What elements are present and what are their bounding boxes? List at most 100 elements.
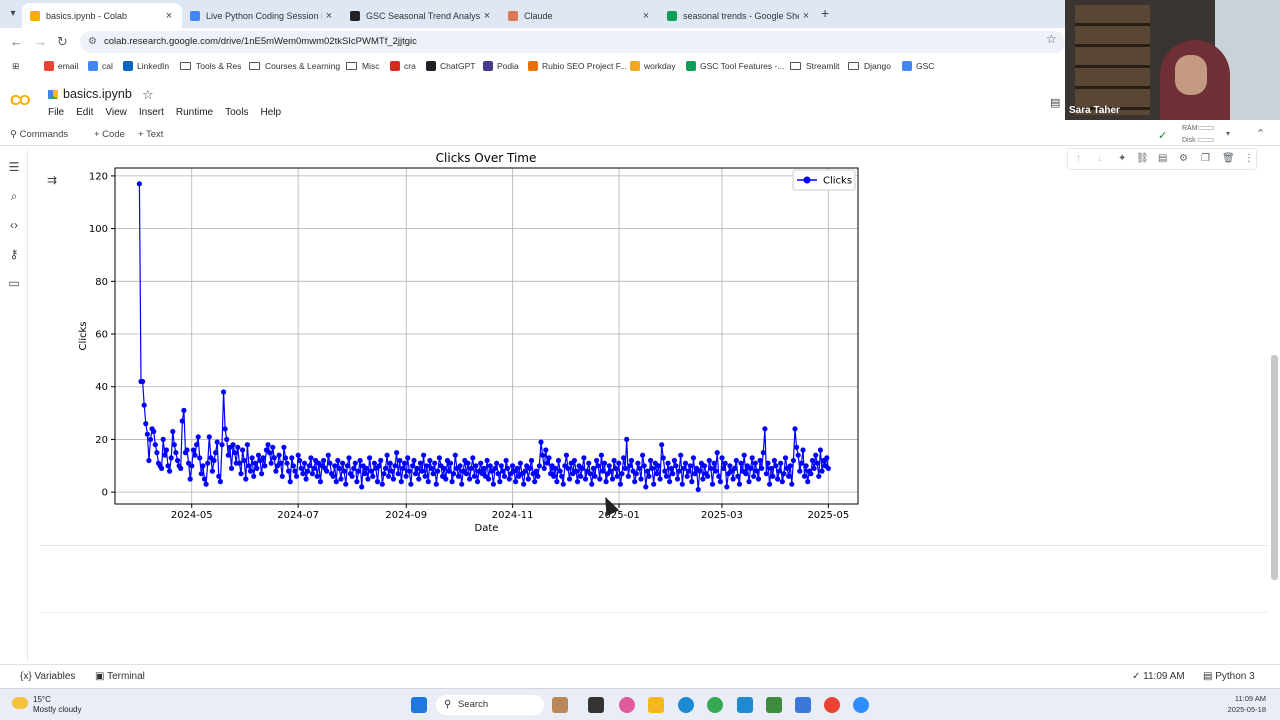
- data-point: [238, 471, 244, 477]
- commands-button[interactable]: ⚲ Commands: [10, 129, 68, 140]
- bookmark-7[interactable]: cra: [390, 61, 416, 71]
- menu-edit[interactable]: Edit: [76, 107, 93, 118]
- runtime-dropdown-icon[interactable]: ▾: [1226, 129, 1230, 138]
- browser-tab-3[interactable]: GSC Seasonal Trend Analysis ×: [342, 3, 500, 28]
- windows-start-icon[interactable]: [411, 697, 427, 713]
- bookmark-5[interactable]: Courses & Learning: [249, 61, 340, 71]
- mirror-cell-icon[interactable]: ❐: [1201, 153, 1210, 164]
- vscode-icon[interactable]: [737, 697, 753, 713]
- bookmark-14[interactable]: Django: [848, 61, 891, 71]
- bookmark-10[interactable]: Rubio SEO Project F...: [528, 61, 627, 71]
- tab-close-icon[interactable]: ×: [162, 10, 176, 22]
- xbox-icon[interactable]: [766, 697, 782, 713]
- add-text-button[interactable]: + Text: [138, 129, 163, 140]
- data-point: [270, 444, 276, 450]
- tab-close-icon[interactable]: ×: [480, 10, 494, 22]
- comment-icon[interactable]: ▤: [1158, 153, 1167, 164]
- bookmark-1[interactable]: email: [44, 61, 78, 71]
- tab-close-icon[interactable]: ×: [639, 10, 653, 22]
- data-point: [506, 476, 512, 482]
- data-point: [608, 468, 614, 474]
- colab-logo-icon[interactable]: CO: [10, 92, 30, 109]
- reload-icon[interactable]: ↻: [57, 34, 68, 50]
- data-point: [646, 473, 652, 479]
- menu-tools[interactable]: Tools: [225, 107, 248, 118]
- table-of-contents-icon[interactable]: ☰: [7, 160, 21, 174]
- tab-close-icon[interactable]: ×: [322, 10, 336, 22]
- collapse-header-icon[interactable]: ⌃: [1256, 127, 1265, 140]
- more-options-icon[interactable]: ⋮: [1244, 153, 1254, 164]
- bookmark-9[interactable]: Podia: [483, 61, 519, 71]
- bookmark-15[interactable]: GSC: [902, 61, 934, 71]
- data-point: [513, 479, 519, 485]
- data-point: [397, 457, 403, 464]
- menu-file[interactable]: File: [48, 107, 64, 118]
- bookmark-4[interactable]: Tools & Res: [180, 61, 241, 71]
- url-field[interactable]: ⚙ colab.research.google.com/drive/1nE5mW…: [80, 31, 1065, 53]
- data-point: [338, 476, 344, 482]
- data-point: [144, 431, 150, 437]
- widgets-icon[interactable]: [552, 697, 568, 713]
- bookmark-13[interactable]: Streamlit: [790, 61, 840, 71]
- notepad-icon[interactable]: [795, 697, 811, 713]
- bookmark-star-icon[interactable]: ☆: [1046, 32, 1057, 46]
- browser-tab-1[interactable]: basics.ipynb - Colab ×: [22, 3, 182, 28]
- menu-help[interactable]: Help: [260, 107, 281, 118]
- edge-browser-icon[interactable]: [678, 697, 694, 713]
- tab-search-dropdown-icon[interactable]: ▾: [4, 5, 22, 23]
- task-view-icon[interactable]: [588, 697, 604, 713]
- back-icon[interactable]: ←: [10, 34, 23, 49]
- menu-view[interactable]: View: [105, 107, 127, 118]
- comments-icon[interactable]: ▤: [1050, 96, 1060, 109]
- data-point: [352, 460, 358, 466]
- star-notebook-icon[interactable]: ☆: [142, 87, 154, 103]
- settings-gear-icon[interactable]: ⚙: [1179, 153, 1188, 164]
- chrome-icon[interactable]: [707, 697, 723, 713]
- kernel-status[interactable]: ▤ Python 3: [1203, 671, 1255, 682]
- variables-button[interactable]: {x} Variables: [20, 671, 75, 682]
- file-explorer-icon[interactable]: [648, 697, 664, 713]
- move-up-icon[interactable]: ↑: [1076, 153, 1081, 164]
- terminal-button[interactable]: ▣ Terminal: [95, 671, 145, 682]
- new-tab-button[interactable]: +: [821, 5, 829, 21]
- output-actions-icon[interactable]: ⇉: [47, 173, 57, 187]
- browser-tab-2[interactable]: Live Python Coding Session Pro×: [182, 3, 342, 28]
- bookmark-11[interactable]: workday: [630, 61, 676, 71]
- link-icon[interactable]: ⛓: [1136, 153, 1149, 164]
- delete-trash-icon[interactable]: 🗑: [1222, 153, 1235, 164]
- chrome-profile-icon[interactable]: [824, 697, 840, 713]
- data-point: [633, 471, 639, 477]
- bookmark-2[interactable]: cal: [88, 61, 113, 71]
- data-point: [760, 450, 766, 456]
- tab-close-icon[interactable]: ×: [799, 10, 813, 22]
- notebook-scrollbar[interactable]: [1271, 355, 1278, 580]
- apps-grid-icon[interactable]: ⊞: [12, 61, 19, 72]
- system-clock[interactable]: 11:09 AM 2025-05-18: [1200, 693, 1266, 715]
- menu-runtime[interactable]: Runtime: [176, 107, 213, 118]
- forward-icon[interactable]: →: [34, 34, 47, 49]
- notebook-title[interactable]: basics.ipynb: [48, 87, 132, 101]
- bookmark-3[interactable]: LinkedIn: [123, 61, 169, 71]
- gemini-sparkle-icon[interactable]: ✦: [1118, 153, 1126, 164]
- data-point: [586, 460, 592, 466]
- browser-tab-4[interactable]: Claude ×: [500, 3, 659, 28]
- menu-insert[interactable]: Insert: [139, 107, 164, 118]
- execution-time[interactable]: ✓ 11:09 AM: [1132, 671, 1185, 682]
- secrets-key-icon[interactable]: ⚷: [7, 247, 21, 261]
- add-code-button[interactable]: + Code: [94, 129, 125, 140]
- move-down-icon[interactable]: ↓: [1097, 153, 1102, 164]
- taskbar-search[interactable]: ⚲ Search: [436, 695, 544, 715]
- browser-tab-5[interactable]: seasonal trends - Google Sheet ×: [659, 3, 819, 28]
- bookmark-12[interactable]: GSC Tool Features -...: [686, 61, 784, 71]
- files-folder-icon[interactable]: ▭: [7, 276, 21, 290]
- url-text: colab.research.google.com/drive/1nE5mWem…: [104, 36, 417, 47]
- copilot-icon[interactable]: [619, 697, 635, 713]
- site-info-icon[interactable]: ⚙: [88, 31, 97, 53]
- notebook-name[interactable]: basics.ipynb: [63, 87, 132, 101]
- code-snippets-icon[interactable]: ‹›: [7, 218, 21, 232]
- cell-toolbar: ↑ ↓ ✦ ⛓ ▤ ⚙ ❐ 🗑 ⋮: [1067, 148, 1257, 170]
- zoom-icon[interactable]: [853, 697, 869, 713]
- bookmark-8[interactable]: ChatGPT: [426, 61, 475, 71]
- find-replace-icon[interactable]: ⌕: [7, 189, 21, 204]
- bookmark-6[interactable]: Misc: [346, 61, 379, 71]
